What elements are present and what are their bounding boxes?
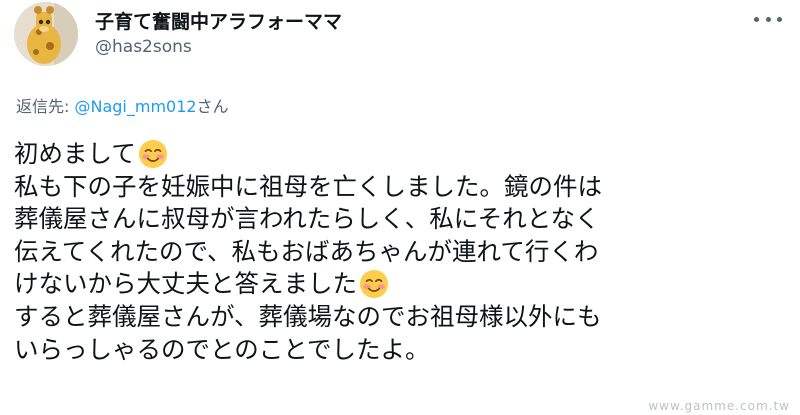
avatar[interactable] bbox=[14, 2, 78, 66]
author-display-name[interactable]: 子育て奮闘中アラフォーママ bbox=[95, 7, 342, 34]
reply-suffix: さん bbox=[196, 97, 229, 116]
tweet-line: いらっしゃるのでとのことでしたよ。 bbox=[14, 334, 430, 364]
tweet-text: 初めまして 私も下の子を妊娠中に祖母を亡くしました。鏡の件は 葬儀屋さんに叔母が… bbox=[14, 138, 794, 366]
more-dot bbox=[754, 16, 759, 22]
tweet-line: すると葬儀屋さんが、葬儀場なのでお祖母様以外にも bbox=[14, 301, 602, 331]
reply-context: 返信先: @Nagi_mm012さん bbox=[16, 93, 229, 117]
giraffe-avatar-icon bbox=[14, 2, 78, 66]
more-dot bbox=[777, 16, 782, 22]
smiling-face-emoji-icon bbox=[359, 270, 389, 299]
more-horizontal-icon[interactable] bbox=[754, 11, 782, 27]
smiling-face-emoji-icon bbox=[138, 139, 167, 169]
tweet-line: けないから大丈夫と答えました bbox=[14, 268, 794, 301]
tweet-line-text: けないから大丈夫と答えました bbox=[14, 269, 357, 299]
tweet-line-text: 初めまして bbox=[14, 139, 136, 168]
watermark: www.gamme.com.tw bbox=[648, 399, 790, 413]
tweet-line: 伝えてくれたので、私もおばあちゃんが連れて行くわ bbox=[14, 236, 599, 266]
tweet-line: 私も下の子を妊娠中に祖母を亡くしました。鏡の件は bbox=[14, 171, 602, 201]
reply-prefix: 返信先: bbox=[16, 97, 75, 116]
reply-mention-link[interactable]: @Nagi_mm012 bbox=[74, 97, 196, 116]
author-handle[interactable]: @has2sons bbox=[95, 37, 192, 57]
more-dot bbox=[765, 16, 771, 22]
tweet-line: 葬儀屋さんに叔母が言われたらしく、私にそれとなく bbox=[14, 204, 600, 234]
tweet-line: 初めまして bbox=[14, 138, 794, 171]
